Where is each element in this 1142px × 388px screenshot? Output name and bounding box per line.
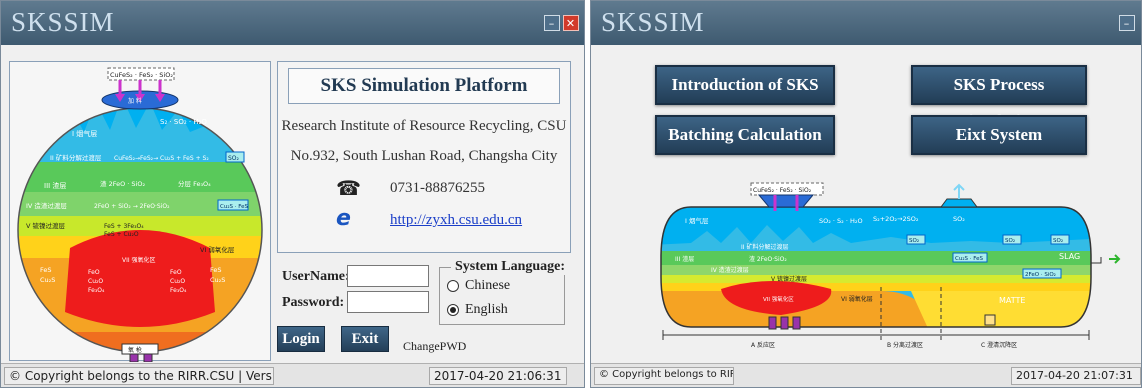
zone-3-right-label: 分层 Fe₃O₄ bbox=[178, 179, 211, 188]
oxygen-lance-label: 氧 枪 bbox=[128, 346, 142, 354]
exit-system-button[interactable]: Eixt System bbox=[911, 115, 1087, 155]
core-center-label: VII 强氧化区 bbox=[122, 256, 156, 264]
copyright-text: © Copyright belongs to RIRR.CSU bbox=[594, 367, 734, 385]
status-bar: © Copyright belongs to RIRR.CSU 2017-04-… bbox=[591, 363, 1141, 387]
furnace-feed-label: CuFeS₂ · FeS₂ · SiO₂ bbox=[753, 187, 812, 194]
datetime-text: 2017-04-20 21:06:31 bbox=[429, 367, 567, 385]
zone-5-label: V 锍镍过渡层 bbox=[26, 221, 66, 230]
furnace-zone-6: VI 弱氧化层 bbox=[841, 295, 873, 303]
core-right-2: Cu₂O bbox=[170, 278, 185, 285]
institute-name: Research Institute of Resource Recycling… bbox=[281, 118, 567, 134]
core-left-1: FeO bbox=[88, 269, 100, 276]
username-input[interactable] bbox=[347, 265, 429, 287]
furnace-core: VII 强氧化区 bbox=[763, 295, 794, 303]
furnace-zone-2: II 矿料分解过渡层 bbox=[741, 243, 788, 251]
zone-3-label: III 渣层 bbox=[44, 181, 66, 190]
password-input[interactable] bbox=[347, 291, 429, 313]
address-text: No.932, South Lushan Road, Changsha City bbox=[290, 148, 558, 164]
right-species-1: FeS bbox=[210, 266, 222, 274]
furnace-so2-box-2: SO₂ bbox=[1005, 238, 1015, 244]
language-group-label: System Language: bbox=[451, 259, 570, 275]
window-title: SKSSIM bbox=[11, 7, 115, 37]
copyright-text: © Copyright belongs to the RIRR.CSU | Ve… bbox=[4, 367, 274, 385]
so2-box: SO₂ bbox=[228, 155, 240, 162]
change-password-link[interactable]: ChangePWD bbox=[403, 339, 466, 354]
furnace-gas-reaction: S₂+2O₂→2SO₂ bbox=[873, 215, 919, 223]
zone-5-reaction-1: FeS + 3Fe₃O₄ bbox=[104, 223, 144, 230]
close-button[interactable]: ✕ bbox=[563, 15, 579, 31]
furnace-zone-1: I 烟气层 bbox=[685, 216, 709, 225]
phone-number: 0731-88876255 bbox=[390, 180, 485, 196]
core-left-3: Fe₃O₄ bbox=[88, 287, 105, 294]
website-link[interactable]: http://zyxh.csu.edu.cn bbox=[390, 212, 522, 229]
radio-chinese[interactable] bbox=[447, 280, 459, 292]
process-simulation-button[interactable]: SKS Process Simulation bbox=[911, 65, 1087, 130]
minimize-button[interactable]: – bbox=[544, 15, 560, 31]
furnace-gas-species: SO₂ · S₂ · H₂O bbox=[819, 217, 863, 225]
phone-icon: ☎ bbox=[336, 176, 361, 200]
datetime-text: 2017-04-20 21:07:31 bbox=[1011, 367, 1141, 385]
furnace-so2-top: SO₂ bbox=[953, 215, 965, 223]
title-bar: SKSSIM – ✕ bbox=[1, 1, 584, 45]
password-label: Password: bbox=[282, 295, 345, 310]
left-species-1: FeS bbox=[40, 266, 52, 274]
core-right-3: Fe₃O₄ bbox=[170, 287, 187, 294]
info-panel: SKS Simulation Platform Research Institu… bbox=[277, 61, 571, 253]
title-bar: SKSSIM – bbox=[591, 1, 1141, 45]
furnace-zone-5: V 锍镍过渡层 bbox=[771, 275, 807, 283]
radio-english-label[interactable]: English bbox=[465, 302, 508, 318]
furnace-so2-box-3: SO₂ bbox=[1053, 238, 1063, 244]
feed-label: CuFeS₂ · FeS₂ · SiO₂ bbox=[110, 71, 173, 79]
zone-5-reaction-2: FeS + Cu₂O bbox=[104, 231, 139, 238]
core-right-1: FeO bbox=[170, 269, 182, 276]
browser-icon: e bbox=[336, 206, 351, 231]
login-window: SKSSIM – ✕ CuFeS₂ · FeS₂ · SiO₂ 加 料 I 烟气… bbox=[0, 0, 585, 388]
zone-1-label: I 烟气层 bbox=[72, 129, 97, 138]
radio-english[interactable] bbox=[447, 304, 459, 316]
furnace-longitudinal-diagram: CuFeS₂ · FeS₂ · SiO₂ I 烟气层 SO₂ · S₂ · H₂… bbox=[660, 182, 1121, 349]
zone-4-box: Cu₂S · FeS bbox=[220, 204, 249, 210]
furnace-so2-box-1: SO₂ bbox=[909, 238, 919, 244]
section-a-label: A 反应区 bbox=[751, 341, 775, 349]
feed-inlet-label: 加 料 bbox=[128, 97, 142, 105]
furnace-slag-box-2: 2FeO · SiO₂ bbox=[1025, 272, 1056, 278]
section-b-label: B 分离过渡区 bbox=[887, 341, 923, 349]
minimize-button[interactable]: – bbox=[1119, 15, 1135, 31]
zone-4-reaction: 2FeO + SiO₂ → 2FeO·SiO₂ bbox=[94, 203, 170, 210]
radio-english-dot bbox=[450, 307, 456, 313]
radio-chinese-label[interactable]: Chinese bbox=[465, 278, 510, 294]
zone-2-label: II 矿料分解过渡层 bbox=[50, 153, 102, 162]
introduction-button[interactable]: Introduction of SKS bbox=[655, 65, 835, 105]
exit-button[interactable]: Exit bbox=[341, 326, 389, 352]
gas-species-label: S₂ · SO₂ · H₂O bbox=[160, 118, 207, 126]
login-button[interactable]: Login bbox=[277, 326, 325, 352]
furnace-matte-label: MATTE bbox=[999, 296, 1025, 305]
batching-calculation-button[interactable]: Batching Calculation bbox=[655, 115, 835, 155]
furnace-zone-3-reaction: 渣 2FeO·SiO₂ bbox=[749, 255, 787, 263]
zone-3-reaction: 渣 2FeO · SiO₂ bbox=[100, 179, 145, 188]
furnace-zone-4: IV 造渣过渡层 bbox=[711, 266, 749, 274]
right-species-2: Cu₂S bbox=[210, 276, 225, 284]
main-window: SKSSIM – Introduction of SKS SKS Process… bbox=[590, 0, 1142, 388]
status-bar: © Copyright belongs to the RIRR.CSU | Ve… bbox=[1, 363, 584, 387]
username-label: UserName: bbox=[282, 269, 350, 284]
window-title: SKSSIM bbox=[601, 7, 705, 37]
furnace-zone-3: III 渣层 bbox=[675, 255, 694, 263]
furnace-slag-box-1: Cu₂S · FeS bbox=[955, 256, 984, 262]
furnace-cross-section-diagram: CuFeS₂ · FeS₂ · SiO₂ 加 料 I 烟气层 S₂ · SO₂ … bbox=[17, 67, 263, 363]
zone-2-reaction: CuFeS₂→FeS₂→ Cu₂S + FeS + S₂ bbox=[114, 155, 209, 162]
furnace-slag-label: SLAG bbox=[1059, 252, 1080, 261]
furnace-cross-section-panel: CuFeS₂ · FeS₂ · SiO₂ 加 料 I 烟气层 S₂ · SO₂ … bbox=[9, 61, 271, 363]
core-left-2: Cu₂O bbox=[88, 278, 103, 285]
section-c-label: C 澄清沉降区 bbox=[981, 341, 1017, 349]
zone-6-label: VI 弱氧化层 bbox=[200, 245, 235, 254]
left-species-2: Cu₂S bbox=[40, 276, 55, 284]
platform-title: SKS Simulation Platform bbox=[288, 68, 560, 104]
zone-4-label: IV 造渣过渡层 bbox=[26, 201, 67, 210]
